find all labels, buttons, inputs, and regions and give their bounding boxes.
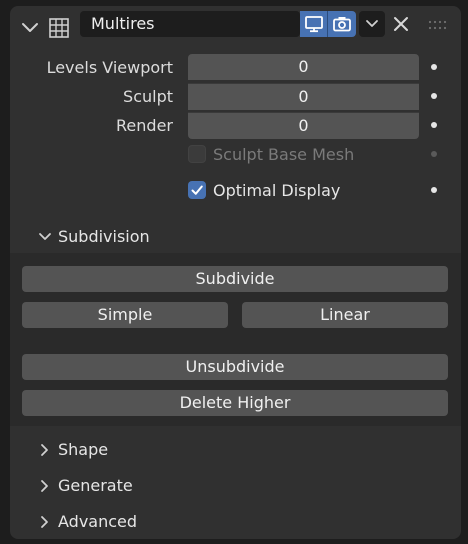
subdivision-subpanel-header[interactable]: Subdivision bbox=[38, 227, 150, 246]
multires-modifier-panel: Multires Levels Viewport 0 Sculpt 0 Rend… bbox=[10, 6, 461, 539]
chevron-right-icon bbox=[41, 443, 48, 456]
render-field[interactable]: 0 bbox=[188, 112, 419, 139]
animate-property-dot[interactable] bbox=[431, 151, 437, 157]
subdivide-button[interactable]: Subdivide bbox=[22, 266, 448, 292]
subdivision-title: Subdivision bbox=[58, 227, 150, 246]
sculpt-base-mesh-label: Sculpt Base Mesh bbox=[213, 145, 355, 164]
levels-viewport-label: Levels Viewport bbox=[46, 58, 173, 77]
chevron-right-icon bbox=[41, 479, 48, 492]
shape-subpanel-header[interactable]: Shape bbox=[38, 440, 108, 459]
delete-higher-button[interactable]: Delete Higher bbox=[22, 390, 448, 416]
generate-subpanel-header[interactable]: Generate bbox=[38, 476, 133, 495]
optimal-display-label: Optimal Display bbox=[213, 181, 341, 200]
camera-icon bbox=[333, 17, 351, 32]
sculpt-label: Sculpt bbox=[123, 87, 173, 106]
sculpt-base-mesh-checkbox[interactable] bbox=[188, 145, 206, 163]
sculpt-field[interactable]: 0 bbox=[188, 83, 419, 110]
animate-property-dot[interactable] bbox=[431, 122, 437, 128]
chevron-down-icon bbox=[39, 232, 51, 240]
advanced-title: Advanced bbox=[58, 512, 138, 531]
modifier-name-field[interactable]: Multires bbox=[80, 11, 300, 37]
modifier-menu-dropdown[interactable] bbox=[359, 11, 385, 37]
animate-property-dot[interactable] bbox=[431, 64, 437, 70]
monitor-icon bbox=[304, 16, 323, 33]
render-label: Render bbox=[116, 116, 173, 135]
simple-button[interactable]: Simple bbox=[22, 302, 228, 328]
levels-viewport-field[interactable]: 0 bbox=[188, 54, 419, 80]
grid-icon bbox=[49, 18, 69, 38]
optimal-display-checkbox[interactable] bbox=[188, 181, 206, 199]
chevron-down-icon bbox=[366, 20, 378, 27]
animate-property-dot[interactable] bbox=[431, 93, 437, 99]
animate-property-dot[interactable] bbox=[431, 187, 437, 193]
generate-title: Generate bbox=[58, 476, 133, 495]
shape-title: Shape bbox=[58, 440, 109, 459]
viewport-toggle-button[interactable] bbox=[300, 11, 328, 37]
unsubdivide-button[interactable]: Unsubdivide bbox=[22, 354, 448, 380]
checkmark-icon bbox=[191, 185, 203, 195]
close-icon[interactable] bbox=[392, 15, 410, 33]
advanced-subpanel-header[interactable]: Advanced bbox=[38, 512, 137, 531]
chevron-down-icon[interactable] bbox=[20, 18, 40, 38]
drag-handle-icon[interactable] bbox=[428, 19, 448, 31]
chevron-right-icon bbox=[41, 515, 48, 528]
linear-button[interactable]: Linear bbox=[242, 302, 448, 328]
render-toggle-button[interactable] bbox=[328, 11, 356, 37]
subdivision-subpanel-body: Subdivide Simple Linear Unsubdivide Dele… bbox=[10, 253, 461, 426]
